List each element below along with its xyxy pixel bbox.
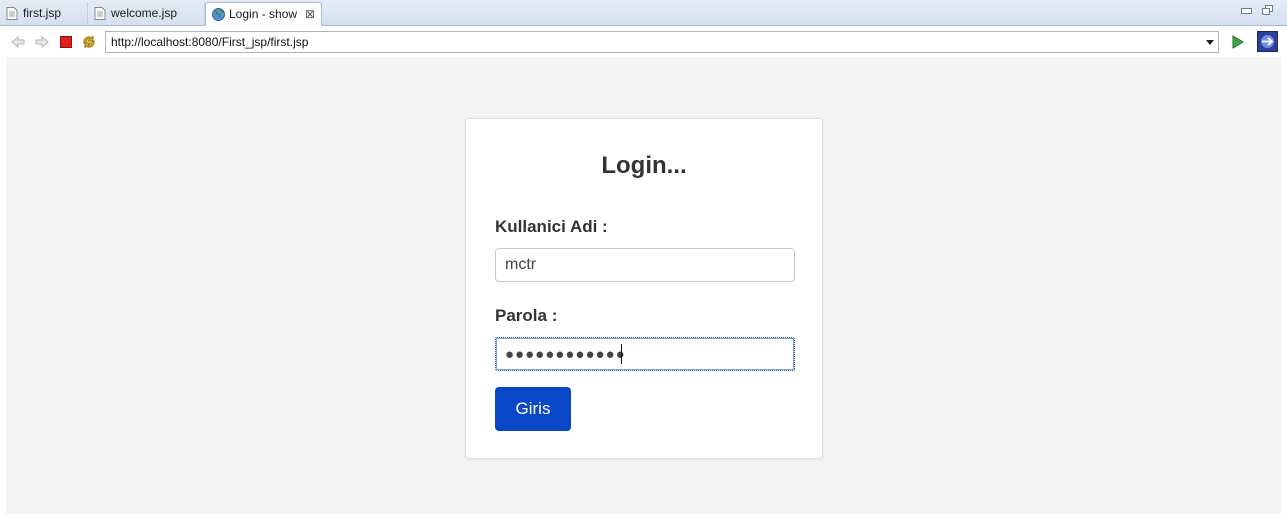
external-browser-icon[interactable] [1257,31,1278,52]
file-icon [94,7,106,20]
editor-tab-bar: first.jsp welcome.jsp Login - show ⊠ [0,0,1287,27]
tab-label: first.jsp [23,6,62,20]
back-arrow-icon[interactable] [10,34,26,50]
restore-icon[interactable] [1262,4,1274,16]
password-label: Parola : [495,306,558,325]
password-input[interactable] [495,337,795,371]
tab-label: welcome.jsp [111,6,178,20]
minimize-icon[interactable] [1240,4,1252,16]
refresh-icon[interactable] [81,34,97,50]
url-bar[interactable] [105,31,1219,53]
tab-first-jsp[interactable]: first.jsp [0,2,88,26]
url-input[interactable] [106,32,1196,52]
close-tab-icon[interactable]: ⊠ [305,3,315,25]
forward-arrow-icon[interactable] [34,34,50,50]
username-label: Kullanici Adi : [495,217,608,236]
file-icon [6,7,18,20]
stop-icon[interactable] [58,34,74,50]
go-play-icon[interactable] [1229,34,1245,50]
username-input[interactable] [495,248,795,282]
login-submit-button[interactable]: Giris [495,387,571,431]
login-card: Login... Kullanici Adi : Parola : Giris [465,118,823,459]
tab-label: Login - show [229,7,298,21]
chevron-down-icon[interactable] [1205,37,1215,47]
text-caret [621,344,622,364]
login-title: Login... [601,152,687,179]
tab-login-show[interactable]: Login - show ⊠ [205,2,322,27]
tab-welcome-jsp[interactable]: welcome.jsp [88,2,205,26]
globe-icon [212,8,225,21]
browser-viewport: Login... Kullanici Adi : Parola : Giris [6,57,1281,514]
browser-toolbar [0,26,1287,57]
